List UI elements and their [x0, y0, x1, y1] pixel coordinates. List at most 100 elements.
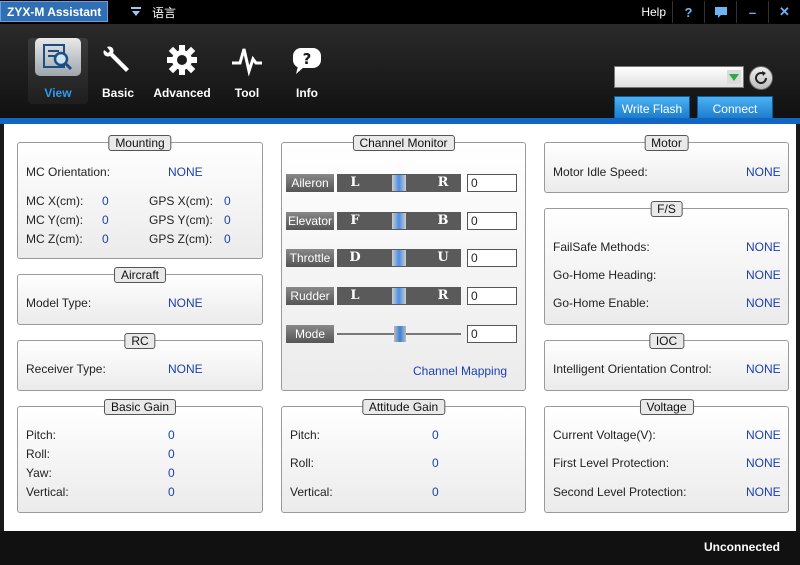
channel-bar: F B: [337, 212, 461, 230]
tab-info[interactable]: ? Info: [277, 38, 337, 104]
minimize-icon[interactable]: –: [736, 1, 768, 23]
tab-advanced[interactable]: Advanced: [152, 38, 212, 104]
model-type-value: NONE: [168, 296, 203, 310]
roll-label: Roll:: [26, 447, 51, 461]
panel-title: Mounting: [108, 135, 172, 151]
channel-row-mode: Mode 0: [282, 325, 527, 343]
channel-bar: L R: [337, 174, 461, 192]
channel-value-field[interactable]: 0: [467, 287, 517, 305]
gps-x-label: GPS X(cm):: [149, 194, 214, 208]
pitch-value: 0: [432, 428, 439, 442]
attitude-gain-panel: Attitude Gain Pitch: 0 Roll: 0 Vertical:…: [281, 399, 526, 513]
channel-row-elevator: Elevator F B 0: [282, 212, 527, 230]
wrench-icon: [94, 38, 142, 82]
pulse-icon: [223, 38, 271, 82]
gps-z-label: GPS Z(cm):: [149, 232, 213, 246]
go-home-heading-value: NONE: [746, 268, 781, 282]
view-page: Mounting MC Orientation: NONE MC X(cm): …: [4, 124, 796, 531]
panel-title: RC: [124, 333, 156, 349]
refresh-button[interactable]: [749, 66, 773, 90]
gps-y-label: GPS Y(cm):: [149, 213, 213, 227]
pitch-value: 0: [168, 428, 175, 442]
pitch-label: Pitch:: [290, 428, 321, 442]
question-icon[interactable]: ?: [672, 1, 704, 23]
mode-value-field[interactable]: 0: [467, 325, 517, 343]
status-bar: Unconnected: [0, 531, 800, 565]
channel-row-aileron: Aileron L R 0: [282, 174, 527, 192]
vertical-label: Vertical:: [26, 485, 69, 499]
panel-title: F/S: [650, 201, 683, 217]
channel-row-throttle: Throttle D U 0: [282, 249, 527, 267]
failsafe-methods-label: FailSafe Methods:: [553, 240, 650, 254]
channel-row-rudder: Rudder L R 0: [282, 287, 527, 305]
channel-right-label: B: [437, 213, 449, 228]
channel-right-label: U: [437, 250, 449, 265]
channel-left-label: L: [350, 288, 360, 303]
second-level-protection-value: NONE: [746, 485, 781, 499]
channel-value-field[interactable]: 0: [467, 249, 517, 267]
title-bar: ZYX-M Assistant 语言 Help ? – ✕: [0, 0, 800, 24]
motor-panel: Motor Motor Idle Speed: NONE: [544, 135, 789, 193]
receiver-type-value: NONE: [168, 362, 203, 376]
motor-idle-label: Motor Idle Speed:: [553, 165, 648, 179]
tab-view[interactable]: View: [28, 38, 88, 104]
panel-title: Attitude Gain: [361, 399, 446, 415]
aircraft-panel: Aircraft Model Type: NONE: [17, 267, 263, 325]
dropdown-arrow-icon: [130, 6, 142, 18]
channel-value-field[interactable]: 0: [467, 174, 517, 192]
vertical-value: 0: [168, 485, 175, 499]
mode-indicator: [394, 326, 406, 342]
port-select[interactable]: [614, 66, 744, 88]
yaw-value: 0: [168, 466, 175, 480]
mode-label: Mode: [286, 325, 334, 343]
mc-x-label: MC X(cm):: [26, 194, 84, 208]
channel-indicator: [392, 213, 406, 229]
tab-tool[interactable]: Tool: [217, 38, 277, 104]
yaw-label: Yaw:: [26, 466, 52, 480]
tab-basic[interactable]: Basic: [88, 38, 148, 104]
dropdown-arrow-icon: [727, 70, 741, 84]
gps-z-value: 0: [224, 232, 231, 246]
rc-panel: RC Receiver Type: NONE: [17, 333, 263, 391]
receiver-type-label: Receiver Type:: [26, 362, 106, 376]
feedback-icon[interactable]: [704, 1, 736, 23]
refresh-icon: [755, 71, 768, 84]
magnifier-icon: [35, 38, 81, 76]
language-menu[interactable]: 语言: [130, 3, 176, 21]
channel-name: Rudder: [286, 287, 334, 305]
mc-y-value: 0: [102, 213, 109, 227]
go-home-enable-label: Go-Home Enable:: [553, 296, 650, 310]
failsafe-methods-value: NONE: [746, 240, 781, 254]
gps-y-value: 0: [224, 213, 231, 227]
main-toolbar: View Basic Advanced Tool ? Info Write Fl…: [0, 24, 800, 122]
gps-x-value: 0: [224, 194, 231, 208]
channel-left-label: D: [349, 250, 361, 265]
roll-label: Roll:: [290, 456, 315, 470]
mounting-panel: Mounting MC Orientation: NONE MC X(cm): …: [17, 135, 263, 259]
mc-y-label: MC Y(cm):: [26, 213, 84, 227]
channel-bar: D U: [337, 249, 461, 267]
panel-title: Voltage: [639, 399, 694, 415]
channel-value-field[interactable]: 0: [467, 212, 517, 230]
panel-title: Aircraft: [113, 267, 167, 283]
channel-right-label: R: [437, 175, 449, 190]
channel-mapping-link[interactable]: Channel Mapping: [413, 364, 507, 378]
vertical-value: 0: [432, 485, 439, 499]
basic-gain-panel: Basic Gain Pitch: 0 Roll: 0 Yaw: 0 Verti…: [17, 399, 263, 513]
ioc-value: NONE: [746, 362, 781, 376]
info-speech-icon: ?: [283, 38, 331, 82]
mc-x-value: 0: [102, 194, 109, 208]
mc-orientation-value: NONE: [168, 165, 203, 179]
first-level-protection-value: NONE: [746, 456, 781, 470]
app-title: ZYX-M Assistant: [0, 1, 108, 22]
close-icon[interactable]: ✕: [768, 1, 800, 23]
panel-title: IOC: [648, 333, 685, 349]
help-label[interactable]: Help: [641, 5, 666, 19]
pitch-label: Pitch:: [26, 428, 57, 442]
go-home-enable-value: NONE: [746, 296, 781, 310]
current-voltage-label: Current Voltage(V):: [553, 428, 656, 442]
go-home-heading-label: Go-Home Heading:: [553, 268, 657, 282]
panel-title: Basic Gain: [103, 399, 177, 415]
language-label: 语言: [152, 5, 177, 20]
mc-z-value: 0: [102, 232, 109, 246]
